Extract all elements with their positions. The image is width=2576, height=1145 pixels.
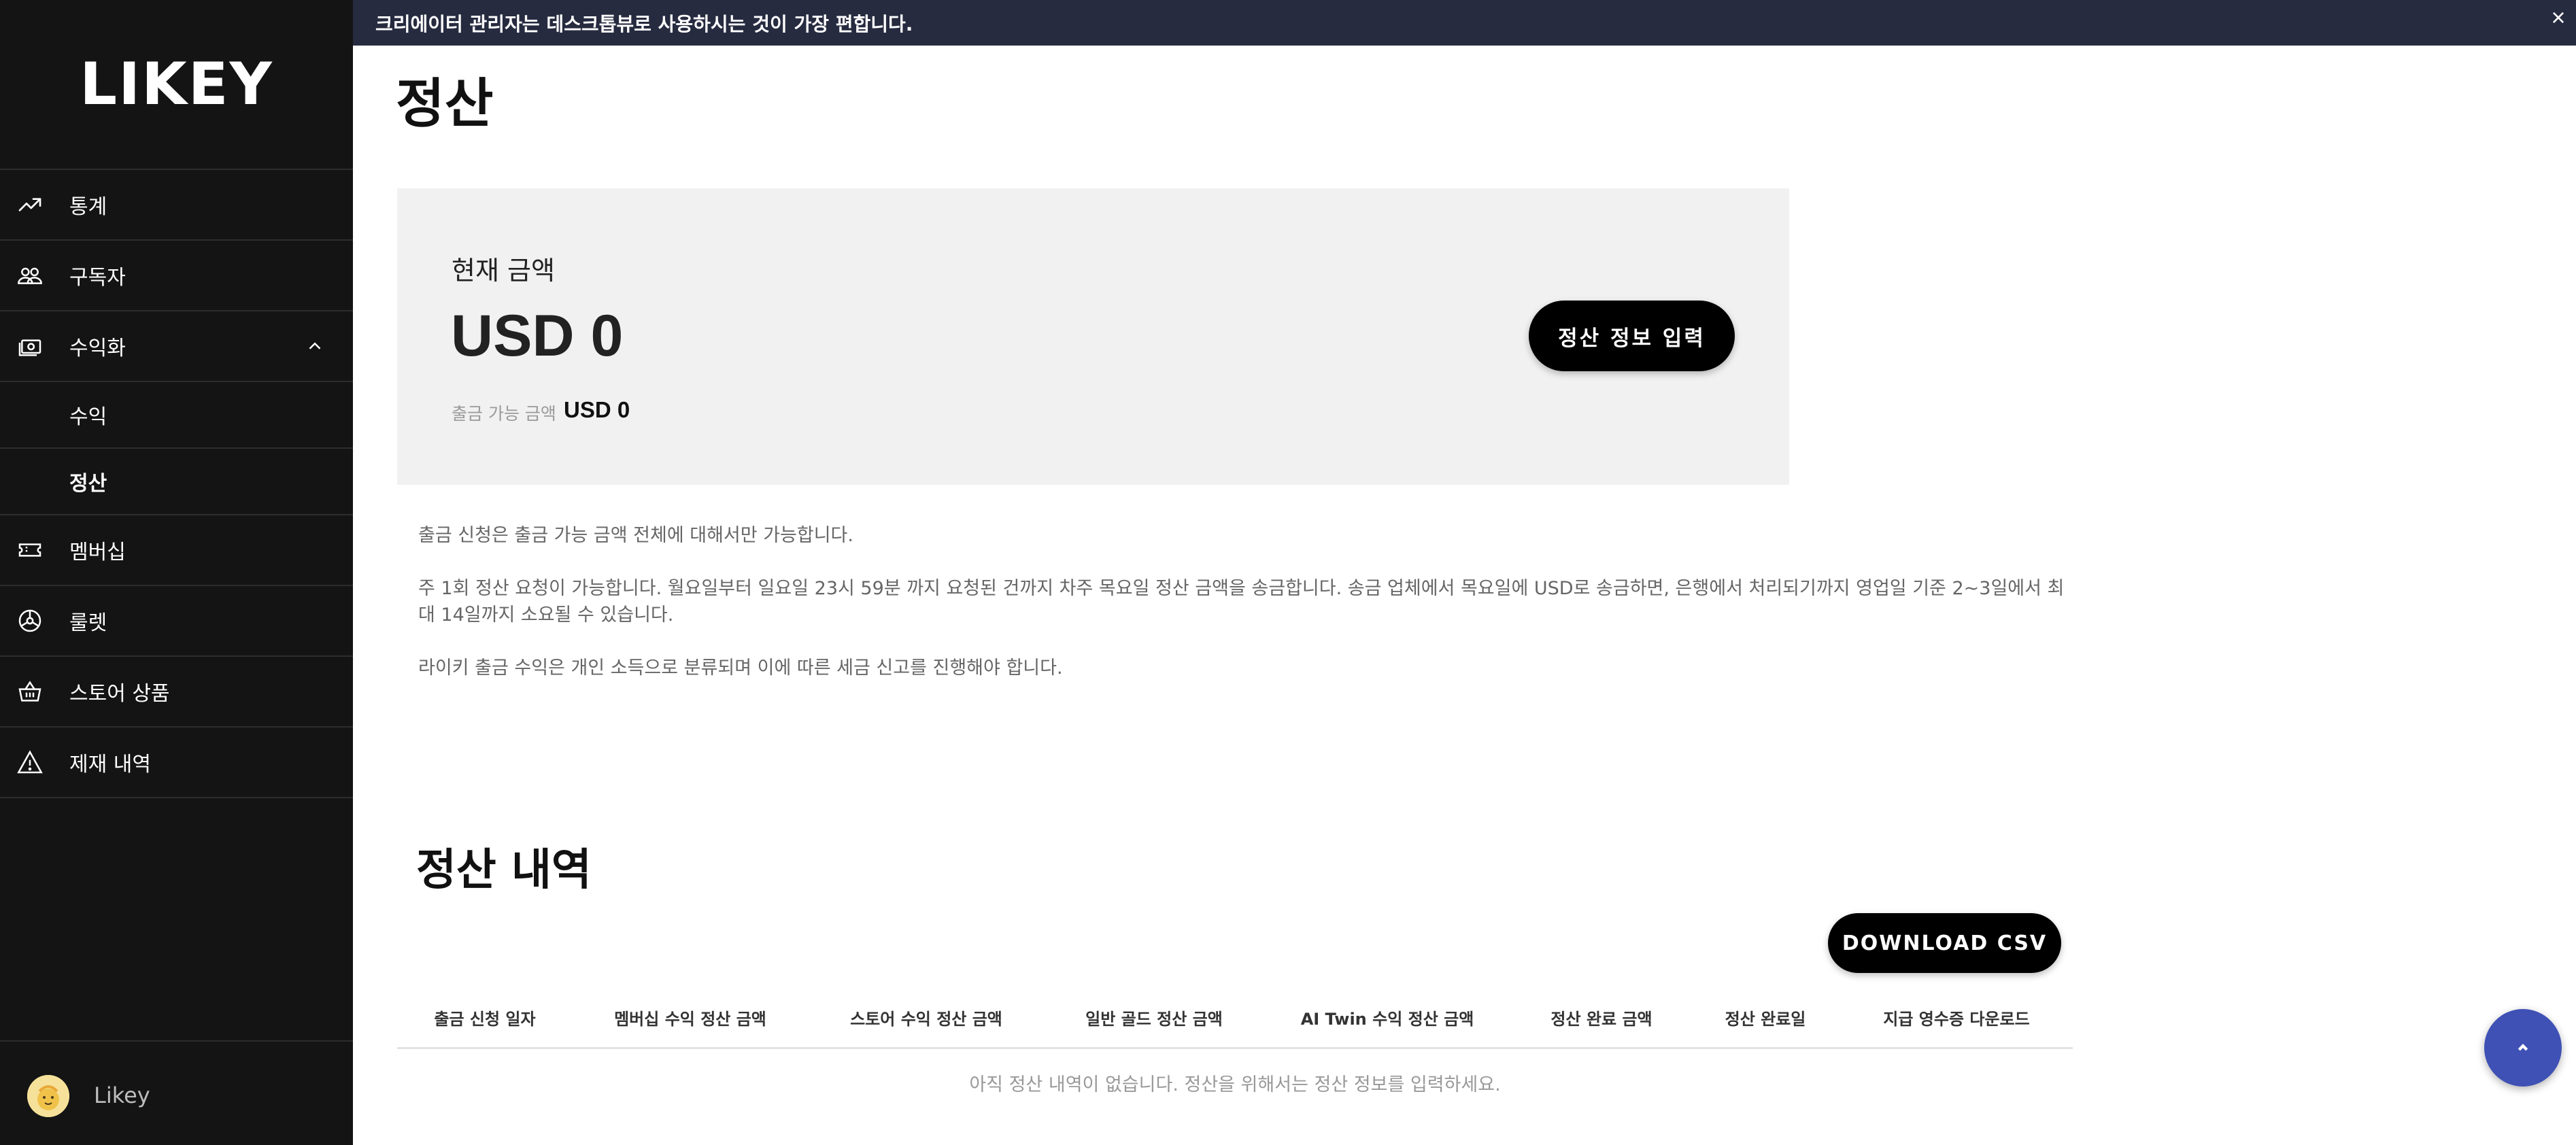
- ticket-icon: [18, 543, 41, 557]
- avatar-image-icon: [27, 1075, 69, 1117]
- note-text: 주 1회 정산 요청이 가능합니다. 월요일부터 일요일 23시 59분 까지 …: [418, 578, 2065, 626]
- sidebar-item-label: 멤버십: [69, 541, 126, 564]
- note-text: 라이키 출금 수익은 개인 소득으로 분류되며 이에 따른 세금 신고를 진행해…: [418, 657, 1063, 679]
- sidebar-item-store-products[interactable]: 스토어 상품: [0, 657, 353, 728]
- chevron-up-icon[interactable]: [305, 336, 325, 356]
- column-header[interactable]: 스토어 수익 정산 금액: [850, 1006, 1002, 1029]
- column-header[interactable]: 정산 완료일: [1725, 1006, 1806, 1029]
- trending-up-icon: [18, 198, 41, 211]
- users-icon: [18, 267, 42, 284]
- available-amount-value: USD 0: [564, 397, 630, 422]
- column-header[interactable]: AI Twin 수익 정산 금액: [1301, 1006, 1474, 1029]
- sidebar-item-label: 정산: [69, 472, 107, 496]
- settlement-notes: 출금 신청은 출금 가능 금액 전체에 대해서만 가능합니다. 주 1회 정산 …: [418, 522, 2078, 708]
- sidebar-item-membership[interactable]: 멤버십: [0, 515, 353, 586]
- sidebar-item-label: 수익화: [69, 337, 126, 360]
- basket-icon: [18, 681, 41, 702]
- sidebar: LIKEY 통계 구독자 수익화 수익 정산 멤버십 룰렛 스토어 상품 제재 …: [0, 0, 353, 1145]
- enter-settlement-info-button[interactable]: 정산 정보 입력: [1529, 301, 1735, 371]
- sidebar-subitem-settlement[interactable]: 정산: [0, 449, 353, 515]
- avatar[interactable]: [27, 1075, 69, 1117]
- column-header[interactable]: 지급 영수증 다운로드: [1883, 1006, 2029, 1029]
- sidebar-item-label: 구독자: [69, 266, 126, 290]
- roulette-icon: [18, 609, 41, 632]
- money-icon: [18, 339, 41, 356]
- column-header[interactable]: 정산 완료 금액: [1550, 1006, 1652, 1029]
- sidebar-item-subscribers[interactable]: 구독자: [0, 241, 353, 311]
- sidebar-item-label: 수익: [69, 405, 107, 429]
- current-amount-value: USD 0: [451, 303, 624, 369]
- scroll-to-top-button[interactable]: [2484, 1009, 2562, 1087]
- sidebar-subitem-revenue[interactable]: 수익: [0, 382, 353, 449]
- sidebar-nav: 통계 구독자 수익화 수익 정산 멤버십 룰렛 스토어 상품 제재 내역: [0, 170, 353, 798]
- settlement-history-table: 출금 신청 일자 멤버십 수익 정산 금액 스토어 수익 정산 금액 일반 골드…: [397, 995, 2073, 1095]
- sidebar-item-sanctions[interactable]: 제재 내역: [0, 728, 353, 798]
- sidebar-item-roulette[interactable]: 룰렛: [0, 586, 353, 657]
- sidebar-item-label: 통계: [69, 195, 107, 219]
- download-csv-button[interactable]: DOWNLOAD CSV: [1828, 913, 2061, 973]
- sidebar-item-label: 룰렛: [69, 611, 107, 635]
- column-header[interactable]: 멤버십 수익 정산 금액: [614, 1006, 766, 1029]
- settlement-history-title: 정산 내역: [416, 845, 592, 895]
- balance-card: 현재 금액 USD 0 출금 가능 금액 USD 0 정산 정보 입력: [397, 188, 1789, 485]
- sidebar-item-stats[interactable]: 통계: [0, 170, 353, 241]
- column-header[interactable]: 일반 골드 정산 금액: [1085, 1006, 1223, 1029]
- sidebar-item-label: 제재 내역: [69, 753, 151, 776]
- note-text: 출금 신청은 출금 가능 금액 전체에 대해서만 가능합니다.: [418, 525, 853, 546]
- account-name[interactable]: Likey: [94, 1082, 150, 1108]
- chevron-up-icon: [2518, 1044, 2528, 1051]
- banner-text: 크리에이터 관리자는 데스크톱뷰로 사용하시는 것이 가장 편합니다.: [375, 13, 913, 35]
- warning-icon: [17, 750, 43, 774]
- sidebar-item-monetization[interactable]: 수익화: [0, 311, 353, 382]
- table-header: 출금 신청 일자 멤버십 수익 정산 금액 스토어 수익 정산 금액 일반 골드…: [397, 995, 2073, 1049]
- available-amount-label: 출금 가능 금액: [452, 404, 556, 424]
- desktop-notice-banner: 크리에이터 관리자는 데스크톱뷰로 사용하시는 것이 가장 편합니다. ×: [353, 0, 2576, 46]
- current-amount-label: 현재 금액: [452, 256, 555, 286]
- column-header[interactable]: 출금 신청 일자: [434, 1006, 535, 1029]
- sidebar-footer[interactable]: Likey: [0, 1040, 353, 1145]
- close-icon[interactable]: ×: [2545, 4, 2572, 31]
- empty-state-message: 아직 정산 내역이 없습니다. 정산을 위해서는 정산 정보를 입력하세요.: [969, 1074, 1501, 1095]
- logo[interactable]: LIKEY: [0, 0, 353, 170]
- sidebar-item-label: 스토어 상품: [69, 682, 170, 706]
- page-title: 정산: [396, 73, 494, 135]
